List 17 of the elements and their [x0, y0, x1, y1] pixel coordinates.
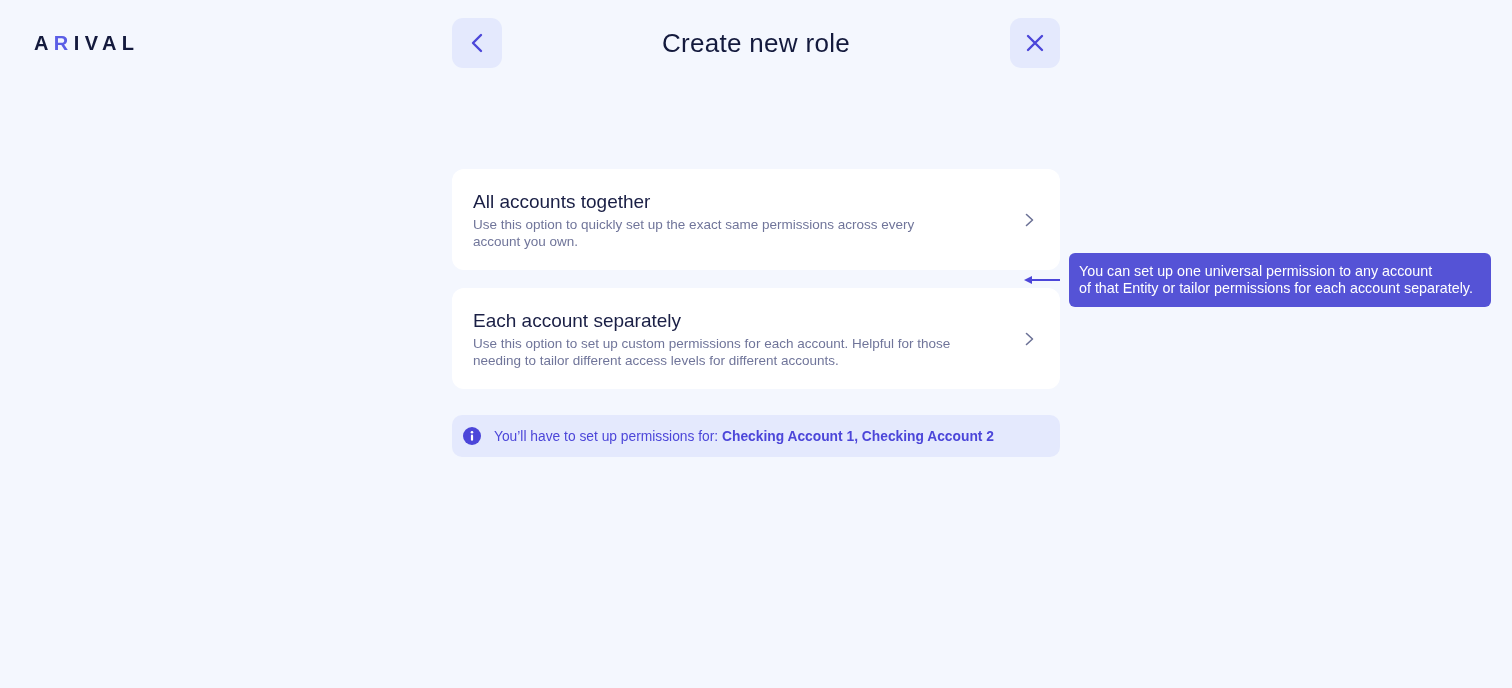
option-card[interactable]: All accounts together Use this option to quickly set up the exact same permissions across every account you own.	[452, 169, 1060, 270]
option-description: Use this option to quickly set up the exact same permissions across every account you own.	[473, 216, 916, 250]
back-button[interactable]	[452, 18, 502, 68]
close-button[interactable]	[1010, 18, 1060, 68]
info-message: You’ll have to set up permissions for: Checking Account 1, Checking Account 2	[494, 427, 994, 445]
chevron-right-icon	[1025, 332, 1034, 346]
close-icon	[1026, 34, 1044, 52]
info-icon	[463, 427, 481, 445]
chevron-right-icon	[1025, 213, 1034, 227]
pointer-arrow	[1024, 275, 1060, 285]
tooltip: You can set up one universal permission to any account of that Entity or tailor permissions for each account separately.	[1069, 253, 1491, 307]
option-description: Use this option to set up custom permissions for each account. Helpful for those needing to tailor different access levels for different accounts.	[473, 335, 952, 369]
option-title: Each account separately	[473, 309, 683, 332]
back-chevron-icon	[471, 33, 483, 53]
page-title: Create new role	[661, 27, 850, 59]
option-card[interactable]: Each account separately Use this option to set up custom permissions for each account. Helpful for those needing to tailor different access levels for different accounts.	[452, 288, 1060, 389]
option-title: All accounts together	[473, 190, 652, 213]
